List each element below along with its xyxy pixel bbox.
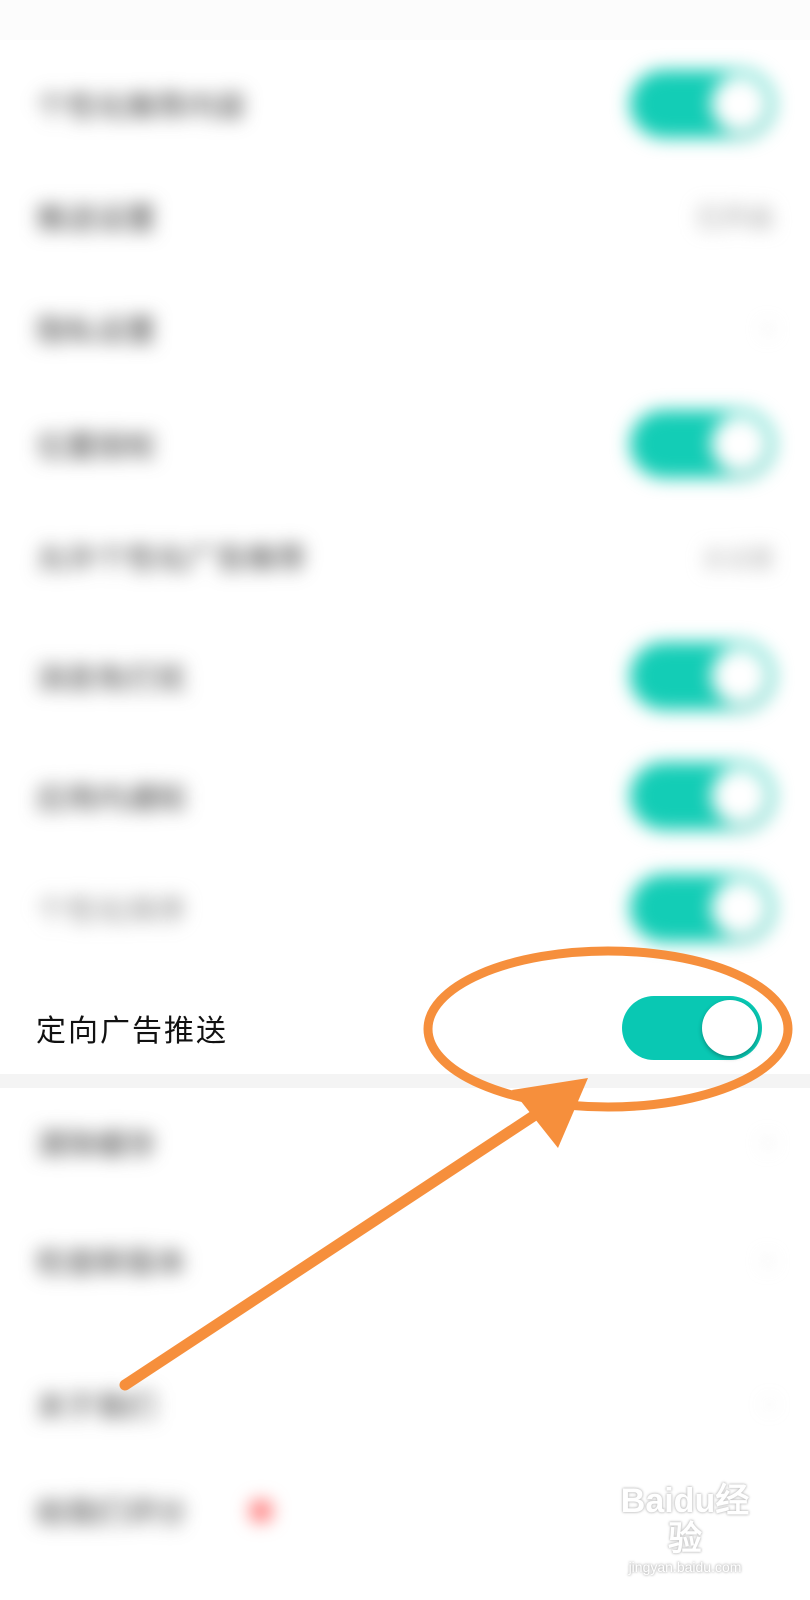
arrow-head [512,1078,588,1148]
baidu-jingyan-watermark: Baidu经验 jingyan.baidu.com [610,1482,760,1576]
watermark-brand: Baidu经验 [620,1482,750,1558]
watermark-url: jingyan.baidu.com [628,1559,742,1575]
highlight-ellipse [423,946,793,1112]
arrow-shaft [119,1109,541,1391]
annotation-overlay [119,946,793,1391]
